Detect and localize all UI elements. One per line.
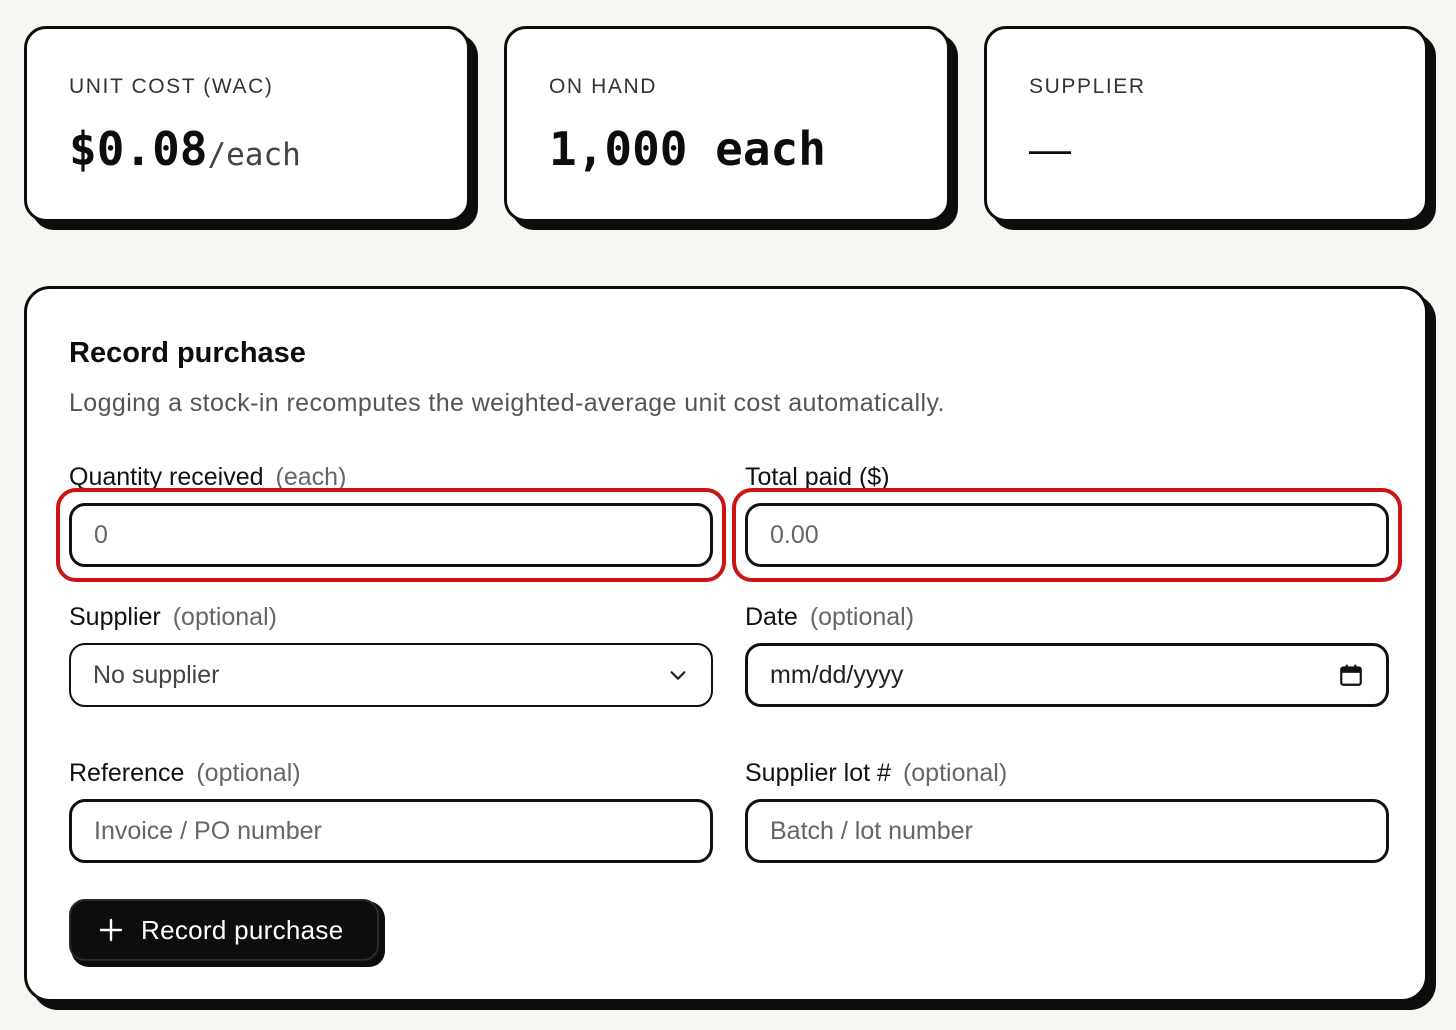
on-hand-card: ON HAND 1,000 each xyxy=(504,26,950,222)
reference-label-text: Reference xyxy=(69,759,185,787)
quantity-label-text: Quantity received xyxy=(69,463,264,491)
supplier-select[interactable]: No supplier xyxy=(69,643,713,707)
record-purchase-panel: Record purchase Logging a stock-in recom… xyxy=(24,286,1428,1002)
record-purchase-button-label: Record purchase xyxy=(141,914,344,945)
supplier-value: — xyxy=(1029,125,1071,172)
total-paid-control xyxy=(732,488,1402,582)
unit-cost-value-row: $0.08/each xyxy=(69,121,467,183)
calendar-icon[interactable] xyxy=(1338,662,1364,688)
on-hand-label: ON HAND xyxy=(549,75,658,98)
supplier-field: Supplier (optional) No supplier xyxy=(69,599,713,707)
reference-input[interactable] xyxy=(94,816,688,846)
reference-field-label: Reference (optional) xyxy=(69,755,713,791)
stat-cards: UNIT COST (WAC) $0.08/each ON HAND 1,000… xyxy=(24,26,1434,226)
date-field: Date (optional) mm/dd/yyyy xyxy=(745,599,1389,707)
date-value: mm/dd/yyyy xyxy=(770,660,904,689)
date-input[interactable]: mm/dd/yyyy xyxy=(745,643,1389,707)
supplier-hint: (optional) xyxy=(172,603,277,631)
chevron-down-icon xyxy=(670,671,686,680)
total-paid-input[interactable] xyxy=(770,520,1364,550)
reference-control xyxy=(69,799,713,863)
unit-cost-value: $0.08 xyxy=(69,122,208,176)
reference-hint: (optional) xyxy=(196,759,301,787)
supplier-lot-control xyxy=(745,799,1389,863)
quantity-label: Quantity received (each) xyxy=(69,459,713,495)
panel-title: Record purchase xyxy=(69,337,306,369)
unit-cost-card: UNIT COST (WAC) $0.08/each xyxy=(24,26,470,222)
total-paid-field: Total paid ($) xyxy=(732,459,1402,582)
plus-icon xyxy=(99,918,123,942)
supplier-label-text: Supplier xyxy=(69,603,161,631)
supplier-field-label: Supplier (optional) xyxy=(69,599,713,635)
panel-description: Logging a stock-in recomputes the weight… xyxy=(69,389,945,417)
quantity-control xyxy=(56,488,726,582)
date-label-text: Date xyxy=(745,603,798,631)
unit-cost-label: UNIT COST (WAC) xyxy=(69,75,274,98)
supplier-lot-field: Supplier lot # (optional) xyxy=(745,755,1389,863)
supplier-card: SUPPLIER — xyxy=(984,26,1428,222)
supplier-lot-input[interactable] xyxy=(770,816,1364,846)
supplier-lot-label-text: Supplier lot # xyxy=(745,759,891,787)
record-purchase-button[interactable]: Record purchase xyxy=(69,899,379,961)
quantity-input[interactable] xyxy=(94,520,688,550)
on-hand-value: 1,000 each xyxy=(549,122,826,176)
date-hint: (optional) xyxy=(809,603,915,631)
quantity-hint: (each) xyxy=(275,463,347,491)
total-paid-label: Total paid ($) xyxy=(745,459,1389,495)
unit-cost-unit: /each xyxy=(207,137,301,173)
quantity-field: Quantity received (each) xyxy=(56,459,726,582)
supplier-lot-hint: (optional) xyxy=(902,759,1008,787)
reference-field: Reference (optional) xyxy=(69,755,713,863)
supplier-label: SUPPLIER xyxy=(1029,75,1146,98)
date-field-label: Date (optional) xyxy=(745,599,1389,635)
total-paid-label-text: Total paid ($) xyxy=(745,463,890,491)
supplier-selected-value: No supplier xyxy=(93,660,220,689)
supplier-lot-field-label: Supplier lot # (optional) xyxy=(745,755,1389,791)
